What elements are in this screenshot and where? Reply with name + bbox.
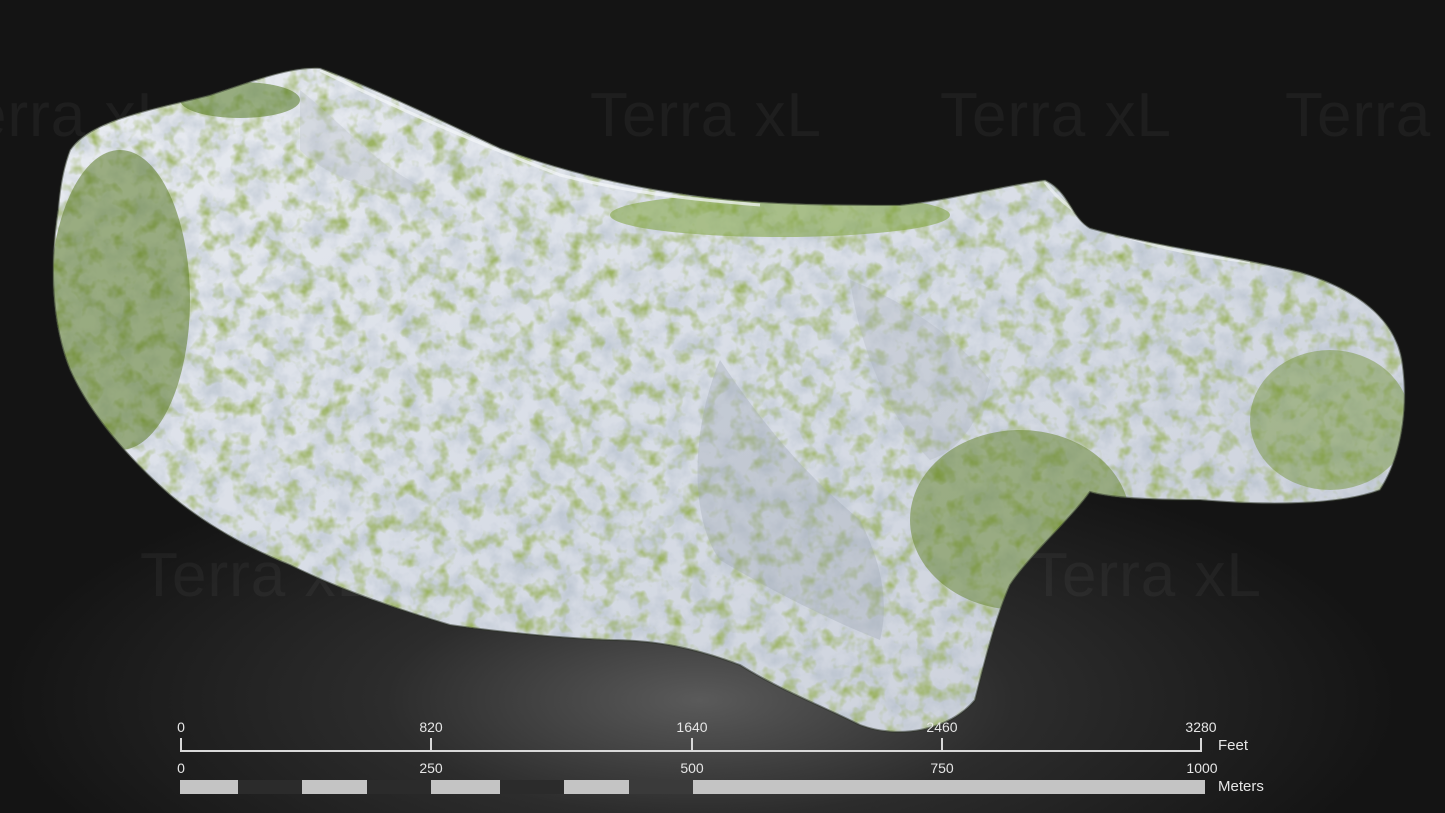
feet-tick: [180, 738, 182, 752]
meters-tick-label: 1000: [1186, 760, 1218, 776]
feet-tick: [430, 738, 432, 752]
feet-tick-label: 0: [177, 719, 185, 735]
feet-tick: [691, 738, 693, 752]
feet-tick: [1200, 738, 1202, 752]
feet-unit-label: Feet: [1218, 737, 1249, 754]
feet-tick-label: 1640: [676, 719, 708, 735]
feet-tick-label: 820: [419, 719, 443, 735]
meters-scale-bar: [180, 780, 1205, 794]
feet-tick: [941, 738, 943, 752]
scale-bar: 0 820 1640 2460 3280 Feet 0 250 500 750 …: [0, 0, 1445, 813]
meters-tick-label: 500: [680, 760, 704, 776]
meters-bar-segment-dark: [629, 780, 693, 794]
meters-bar-segment-dark: [238, 780, 302, 794]
meters-bar-segment-dark: [500, 780, 564, 794]
meters-tick-label: 750: [930, 760, 954, 776]
meters-tick-label: 250: [419, 760, 443, 776]
meters-bar-segment-dark: [367, 780, 431, 794]
feet-tick-label: 2460: [926, 719, 958, 735]
meters-tick-label: 0: [177, 760, 185, 776]
meters-unit-label: Meters: [1218, 778, 1264, 795]
feet-tick-label: 3280: [1185, 719, 1217, 735]
